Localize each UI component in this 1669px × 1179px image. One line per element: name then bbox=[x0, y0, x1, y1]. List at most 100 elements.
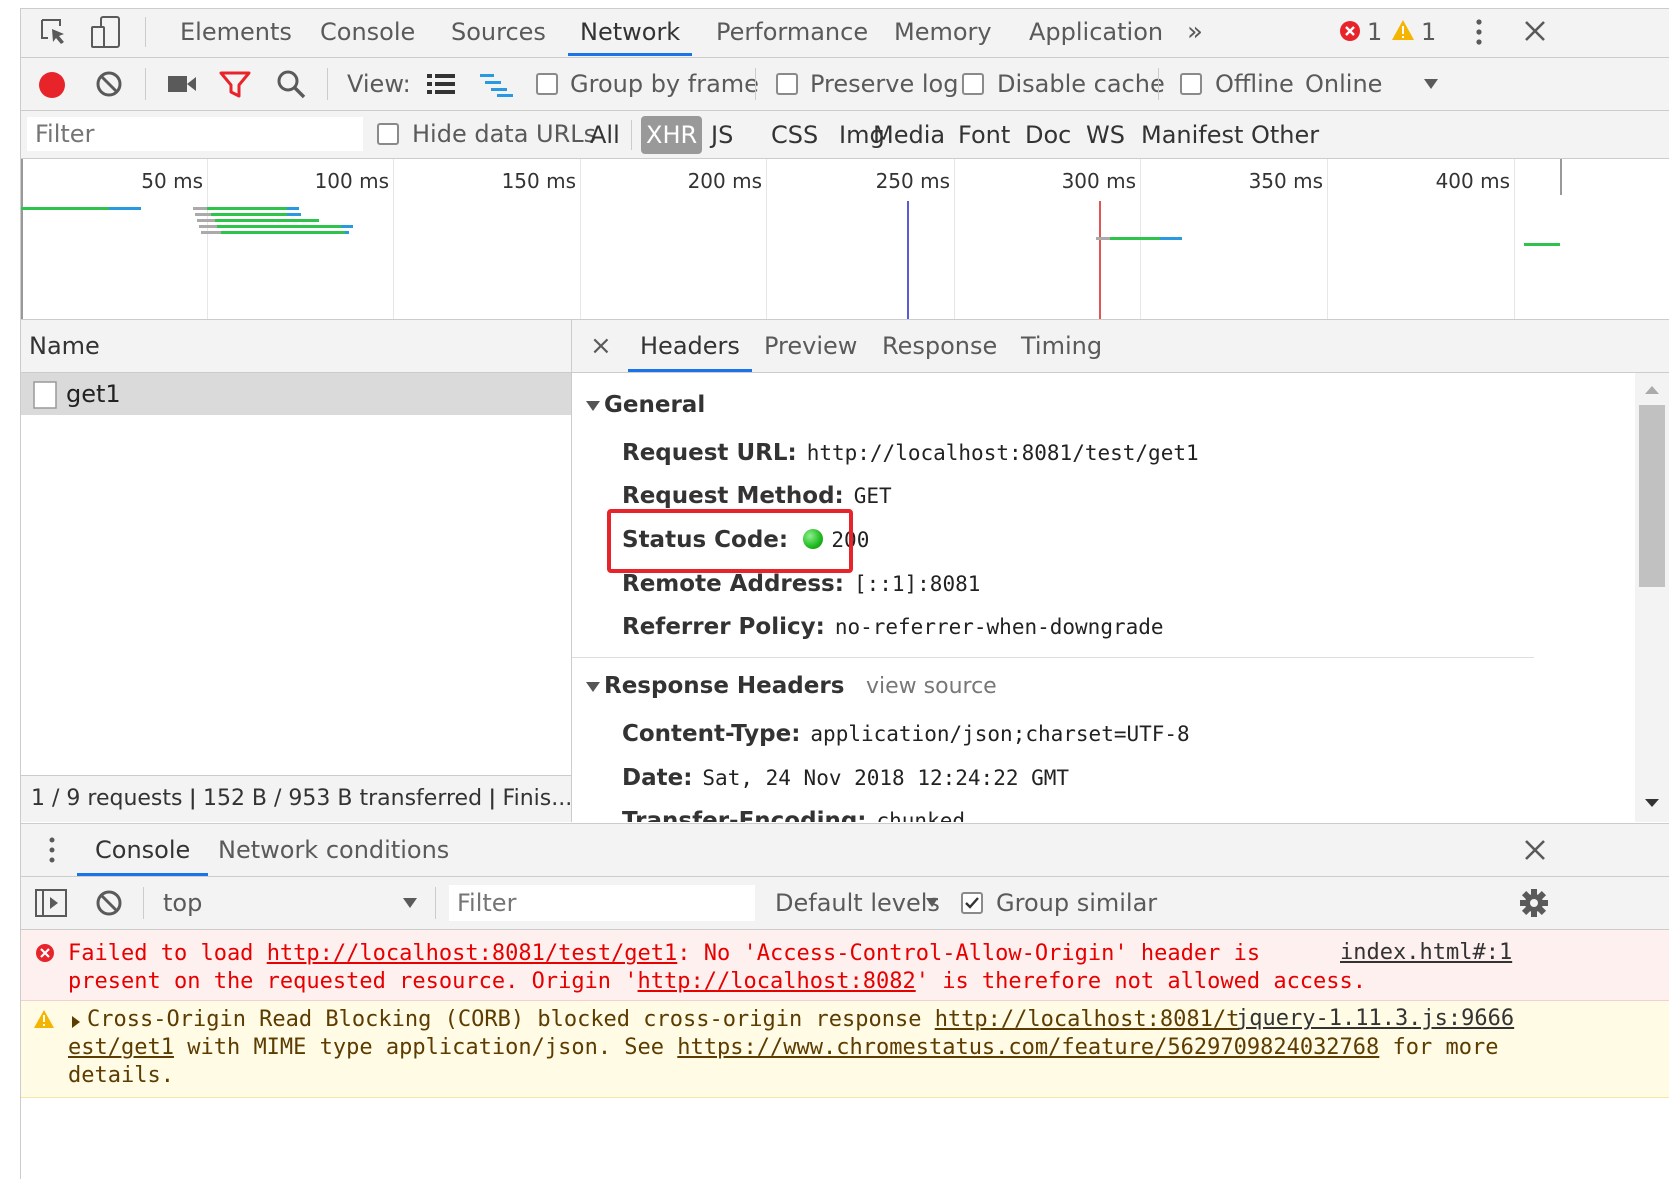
grid-line bbox=[393, 159, 394, 319]
filter-type-manifest[interactable]: Manifest bbox=[1136, 116, 1248, 154]
tab-preview[interactable]: Preview bbox=[764, 320, 857, 372]
error-icon[interactable] bbox=[1339, 20, 1361, 42]
clear-console-icon[interactable] bbox=[95, 889, 123, 917]
warning-url-link-cont[interactable]: est/get1 bbox=[68, 1035, 174, 1060]
tab-headers[interactable]: Headers bbox=[628, 320, 752, 372]
group-similar-checkbox[interactable] bbox=[961, 892, 983, 914]
response-headers-section-title[interactable]: Response Headers bbox=[604, 673, 844, 699]
request-row[interactable]: get1 bbox=[21, 373, 571, 415]
device-toolbar-icon[interactable] bbox=[89, 15, 123, 49]
header-key: Content-Type: bbox=[622, 721, 801, 747]
origin-link[interactable]: http://localhost:8082 bbox=[638, 969, 916, 994]
group-similar-label[interactable]: Group similar bbox=[996, 877, 1157, 929]
drawer-menu-icon[interactable] bbox=[47, 836, 57, 864]
sidebar-toggle-icon[interactable] bbox=[35, 889, 67, 917]
more-options-icon[interactable] bbox=[1473, 18, 1485, 46]
filter-type-js[interactable]: JS bbox=[706, 116, 738, 154]
error-source-link[interactable]: index.html#:1 bbox=[1340, 940, 1512, 965]
disable-cache-checkbox[interactable] bbox=[962, 73, 984, 95]
clear-icon[interactable] bbox=[95, 70, 123, 98]
warning-url-link[interactable]: http://localhost:8081/t bbox=[935, 1007, 1240, 1032]
context-select[interactable]: top bbox=[163, 877, 202, 929]
scroll-down-icon[interactable] bbox=[1644, 798, 1660, 808]
waterfall-bar bbox=[287, 213, 301, 216]
scroll-thumb[interactable] bbox=[1639, 405, 1665, 587]
separator bbox=[755, 68, 756, 100]
close-drawer-icon[interactable] bbox=[1524, 839, 1546, 861]
header-row-request-url: Request URL: http://localhost:8081/test/g… bbox=[622, 440, 1199, 466]
warning-icon[interactable] bbox=[1391, 19, 1415, 41]
tab-response[interactable]: Response bbox=[882, 320, 997, 372]
preserve-log-checkbox[interactable] bbox=[776, 73, 798, 95]
console-filter-input[interactable] bbox=[449, 885, 755, 921]
collapse-triangle-icon[interactable] bbox=[585, 681, 601, 693]
tab-performance[interactable]: Performance bbox=[716, 9, 868, 55]
search-icon[interactable] bbox=[276, 69, 306, 99]
offline-label[interactable]: Offline bbox=[1215, 58, 1294, 110]
chromestatus-link[interactable]: https://www.chromestatus.com/feature/562… bbox=[677, 1035, 1379, 1060]
load-event-marker bbox=[1099, 201, 1101, 319]
offline-checkbox[interactable] bbox=[1180, 73, 1202, 95]
filter-type-media-label[interactable]: Media bbox=[868, 116, 950, 154]
detail-scrollbar[interactable] bbox=[1635, 373, 1669, 822]
filter-type-ws[interactable]: WS bbox=[1081, 116, 1130, 154]
grid-line bbox=[954, 159, 955, 319]
expand-triangle-icon[interactable] bbox=[71, 1015, 81, 1029]
warning-text: for more bbox=[1379, 1035, 1499, 1060]
tab-application[interactable]: Application bbox=[1029, 9, 1163, 55]
preserve-log-label[interactable]: Preserve log bbox=[810, 58, 958, 110]
hide-data-urls-checkbox[interactable] bbox=[377, 123, 399, 145]
log-levels-select[interactable]: Default levels bbox=[775, 877, 940, 929]
tab-network[interactable]: Network bbox=[568, 9, 693, 56]
filter-type-other[interactable]: Other bbox=[1246, 116, 1324, 154]
tab-elements[interactable]: Elements bbox=[180, 9, 292, 55]
overview-timeline[interactable]: 50 ms 100 ms 150 ms 200 ms 250 ms 300 ms… bbox=[21, 159, 1669, 320]
filter-type-xhr[interactable]: XHR bbox=[641, 116, 703, 154]
scroll-up-icon[interactable] bbox=[1644, 385, 1660, 395]
filter-icon[interactable] bbox=[219, 70, 251, 100]
console-settings-gear-icon[interactable] bbox=[1519, 888, 1549, 918]
view-source-link[interactable]: view source bbox=[866, 674, 997, 699]
tab-console[interactable]: Console bbox=[320, 9, 415, 55]
drawer-tab-network-conditions[interactable]: Network conditions bbox=[218, 824, 449, 876]
error-text: ' is therefore not allowed access. bbox=[915, 969, 1367, 994]
collapse-triangle-icon[interactable] bbox=[585, 400, 601, 412]
waterfall-view-icon[interactable] bbox=[479, 72, 515, 98]
more-tabs-button[interactable]: » bbox=[1187, 9, 1203, 55]
drawer-tab-console[interactable]: Console bbox=[77, 824, 209, 876]
error-line-2: present on the requested resource. Origi… bbox=[68, 968, 1366, 996]
filter-type-all[interactable]: All bbox=[585, 116, 625, 154]
header-value: GET bbox=[853, 484, 892, 508]
screenshot-camera-icon[interactable] bbox=[167, 72, 197, 96]
error-count[interactable]: 1 bbox=[1367, 9, 1382, 55]
filter-type-doc[interactable]: Doc bbox=[1020, 116, 1076, 154]
general-section-title[interactable]: General bbox=[604, 392, 705, 418]
inspect-element-icon[interactable] bbox=[39, 17, 71, 49]
chevron-down-icon[interactable] bbox=[1423, 78, 1439, 90]
group-by-frame-label[interactable]: Group by frame bbox=[570, 58, 759, 110]
warning-count[interactable]: 1 bbox=[1421, 9, 1436, 55]
filter-input[interactable] bbox=[27, 117, 363, 151]
list-view-icon[interactable] bbox=[426, 72, 456, 96]
hide-data-urls-label[interactable]: Hide data URLs bbox=[412, 111, 596, 158]
chevron-down-icon[interactable] bbox=[925, 897, 939, 908]
filter-type-css[interactable]: CSS bbox=[766, 116, 823, 154]
close-devtools-icon[interactable] bbox=[1523, 19, 1547, 43]
disable-cache-label[interactable]: Disable cache bbox=[997, 58, 1165, 110]
close-detail-button[interactable]: × bbox=[590, 320, 612, 372]
throttling-select[interactable]: Online bbox=[1305, 58, 1382, 110]
request-name[interactable]: get1 bbox=[66, 380, 121, 408]
warning-source-link[interactable]: jquery-1.11.3.js:9666 bbox=[1236, 1006, 1514, 1031]
name-column-header[interactable]: Name bbox=[21, 320, 571, 373]
timeline-end-handle[interactable] bbox=[1560, 159, 1562, 195]
record-icon[interactable] bbox=[37, 70, 67, 100]
timeline-start-handle[interactable] bbox=[21, 159, 23, 319]
waterfall-bar bbox=[211, 213, 287, 216]
group-by-frame-checkbox[interactable] bbox=[536, 73, 558, 95]
chevron-down-icon[interactable] bbox=[402, 897, 418, 909]
tab-memory[interactable]: Memory bbox=[894, 9, 992, 55]
error-url-link[interactable]: http://localhost:8081/test/get1 bbox=[267, 941, 678, 966]
tab-timing[interactable]: Timing bbox=[1021, 320, 1102, 372]
tab-sources[interactable]: Sources bbox=[451, 9, 546, 55]
filter-type-font[interactable]: Font bbox=[953, 116, 1015, 154]
